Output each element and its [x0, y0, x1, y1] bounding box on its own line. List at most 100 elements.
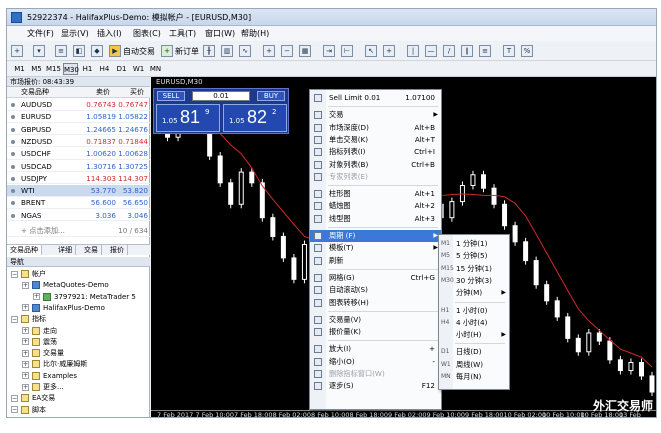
period-item[interactable]: MN 每月(N) [439, 371, 509, 383]
chart-shift-button[interactable]: ⊢ [341, 44, 355, 58]
quote-row[interactable]: USDCHF 1.00620 1.00628 [7, 148, 150, 160]
context-menu-item[interactable]: 自动滚动(S) [310, 284, 441, 296]
expand-toggle-icon[interactable]: + [22, 281, 29, 289]
auto-scroll-button[interactable]: ⇥ [323, 44, 337, 58]
navigator-item[interactable]: + 震荡 [22, 337, 57, 347]
context-menu-item[interactable]: 市场深度(D) Alt+B [310, 122, 441, 134]
expand-toggle-icon[interactable]: − [11, 394, 18, 402]
period-item[interactable]: H4 4 小时(4) [439, 317, 509, 329]
expand-toggle-icon[interactable]: + [22, 383, 29, 391]
fibonacci-button[interactable]: ≡ [479, 44, 493, 58]
context-menu-item[interactable]: 网格(G) Ctrl+G [310, 272, 441, 284]
timeframe-h4[interactable]: H4 [97, 63, 112, 75]
expand-toggle-icon[interactable]: + [22, 304, 29, 312]
zoom-in-button[interactable]: + [263, 44, 277, 58]
navigator-item[interactable]: + 交易量 [22, 348, 64, 358]
profiles-button[interactable]: ▾ [33, 44, 47, 58]
navigator-item[interactable]: − 脚本 [11, 405, 46, 415]
tab-0[interactable]: 交易品种 [7, 245, 42, 255]
sell-price-box[interactable]: 1.05 81 9 [156, 104, 220, 132]
context-menu-item[interactable]: 报价量(K) [310, 326, 441, 338]
col-ask[interactable]: 买价 [130, 87, 144, 98]
context-menu-item[interactable]: 缩小(O) - [310, 356, 441, 368]
add-symbol-row[interactable]: + 点击添加... 10 / 634 [7, 225, 150, 237]
period-item[interactable]: H1 1 小时(0) [439, 305, 509, 317]
line-chart-button[interactable]: ∿ [239, 44, 253, 58]
new-order-button[interactable]: + 新订单 [161, 44, 199, 58]
vertical-line-button[interactable]: | [407, 44, 421, 58]
context-menu-item[interactable]: 对象列表(B) Ctrl+B [310, 159, 441, 171]
quote-row[interactable]: USDCAD 1.30716 1.30725 [7, 161, 150, 172]
context-menu-item[interactable]: Sell Limit 0.01 1.07100 [310, 92, 441, 104]
cursor-tool-button[interactable]: ↖ [365, 44, 379, 58]
period-item[interactable]: M15 15 分钟(1) [439, 263, 509, 275]
context-menu-item[interactable]: 周期 (F) ▶ [310, 230, 441, 242]
navigator-item[interactable]: + Examples [22, 371, 77, 381]
tile-windows-button[interactable]: ▦ [299, 44, 313, 58]
navigator-item[interactable]: +3797921: MetaTrader 5 [33, 292, 136, 302]
quote-row[interactable]: AUDUSD 0.76743 0.76747 [7, 99, 150, 111]
bar-chart-button[interactable]: ╫ [203, 44, 217, 58]
market-watch-button[interactable]: ≡ [55, 44, 69, 58]
tab-2[interactable]: 交易 [81, 245, 102, 255]
period-item[interactable]: M30 30 分钟(3) [439, 275, 509, 287]
timeframe-w1[interactable]: W1 [131, 63, 146, 75]
menu-4[interactable]: 工具(T) [169, 28, 196, 39]
quote-row[interactable]: BRENT 56.600 56.650 [7, 197, 150, 209]
quote-row[interactable]: GBPUSD 1.24665 1.24676 [7, 124, 150, 136]
quote-row[interactable]: NZDUSD 0.71837 0.71844 [7, 136, 150, 148]
timeframe-m30[interactable]: M30 [63, 63, 79, 75]
trendline-button[interactable]: / [443, 44, 457, 58]
lot-size-input[interactable]: 0.01 [192, 91, 250, 101]
period-item[interactable]: 小时(H) ▶ [439, 329, 509, 341]
navigator-item[interactable]: − 指标 [11, 314, 46, 324]
menu-1[interactable]: 显示(V) [61, 28, 89, 39]
timeframe-m15[interactable]: M15 [46, 63, 61, 75]
navigator-item[interactable]: + HalifaxPlus-Demo [22, 303, 105, 313]
timeframe-m1[interactable]: M1 [12, 63, 27, 75]
timeframe-h1[interactable]: H1 [80, 63, 95, 75]
tab-3[interactable]: 报价 [107, 245, 128, 255]
expand-toggle-icon[interactable]: + [22, 360, 29, 368]
context-menu-item[interactable]: 单击交易(K) Alt+T [310, 134, 441, 146]
context-menu-item[interactable]: 交易量(V) [310, 314, 441, 326]
context-menu-item[interactable]: 图表转移(H) [310, 297, 441, 309]
navigator-item[interactable]: − EA交易 [11, 393, 55, 403]
indicators-button[interactable]: % [521, 44, 535, 58]
quote-row[interactable]: NGAS 3.036 3.046 [7, 210, 150, 222]
context-menu-item[interactable]: 交易 ▶ [310, 109, 441, 121]
crosshair-tool-button[interactable]: + [383, 44, 397, 58]
context-menu-item[interactable]: 线型图 Alt+3 [310, 213, 441, 225]
expand-toggle-icon[interactable]: − [11, 270, 18, 278]
context-menu-item[interactable]: 柱形图 Alt+1 [310, 188, 441, 200]
period-item[interactable]: W1 周线(W) [439, 359, 509, 371]
expand-toggle-icon[interactable]: − [11, 406, 18, 414]
sell-button[interactable]: SELL [157, 91, 185, 101]
timeframe-m5[interactable]: M5 [29, 63, 44, 75]
expand-toggle-icon[interactable]: + [33, 293, 40, 301]
navigator-item[interactable]: + 比尔·威廉姆斯 [22, 359, 87, 369]
candle-chart-button[interactable]: ▥ [221, 44, 235, 58]
expand-toggle-icon[interactable]: − [11, 315, 18, 323]
menu-2[interactable]: 插入(I) [97, 28, 122, 39]
navigator-item[interactable]: − 帐户 [11, 269, 46, 279]
period-item[interactable]: M1 1 分钟(1) [439, 238, 509, 250]
strategy-tester-button[interactable]: ◆ [91, 44, 105, 58]
buy-button[interactable]: BUY [257, 91, 285, 101]
context-menu-item[interactable]: 逐步(S) F12 [310, 380, 441, 392]
channel-button[interactable]: ∥ [461, 44, 475, 58]
quote-row[interactable]: EURUSD 1.05819 1.05822 [7, 111, 150, 123]
col-bid[interactable]: 卖价 [96, 87, 110, 98]
expand-toggle-icon[interactable]: + [22, 327, 29, 334]
expand-toggle-icon[interactable]: + [22, 372, 29, 380]
navigator-item[interactable]: + 更多... [22, 382, 64, 392]
menu-5[interactable]: 窗口(W) [205, 28, 235, 39]
menu-3[interactable]: 图表(C) [133, 28, 161, 39]
expand-toggle-icon[interactable]: + [22, 338, 29, 346]
period-item[interactable]: 分钟(M) ▶ [439, 287, 509, 299]
new-chart-button[interactable]: + [11, 44, 25, 58]
context-menu-item[interactable]: 放大(I) + [310, 343, 441, 355]
quote-row[interactable]: USDJPY 114.303 114.307 [7, 173, 150, 185]
navigator-button[interactable]: ◧ [73, 44, 87, 58]
buy-price-box[interactable]: 1.05 82 2 [223, 104, 287, 132]
